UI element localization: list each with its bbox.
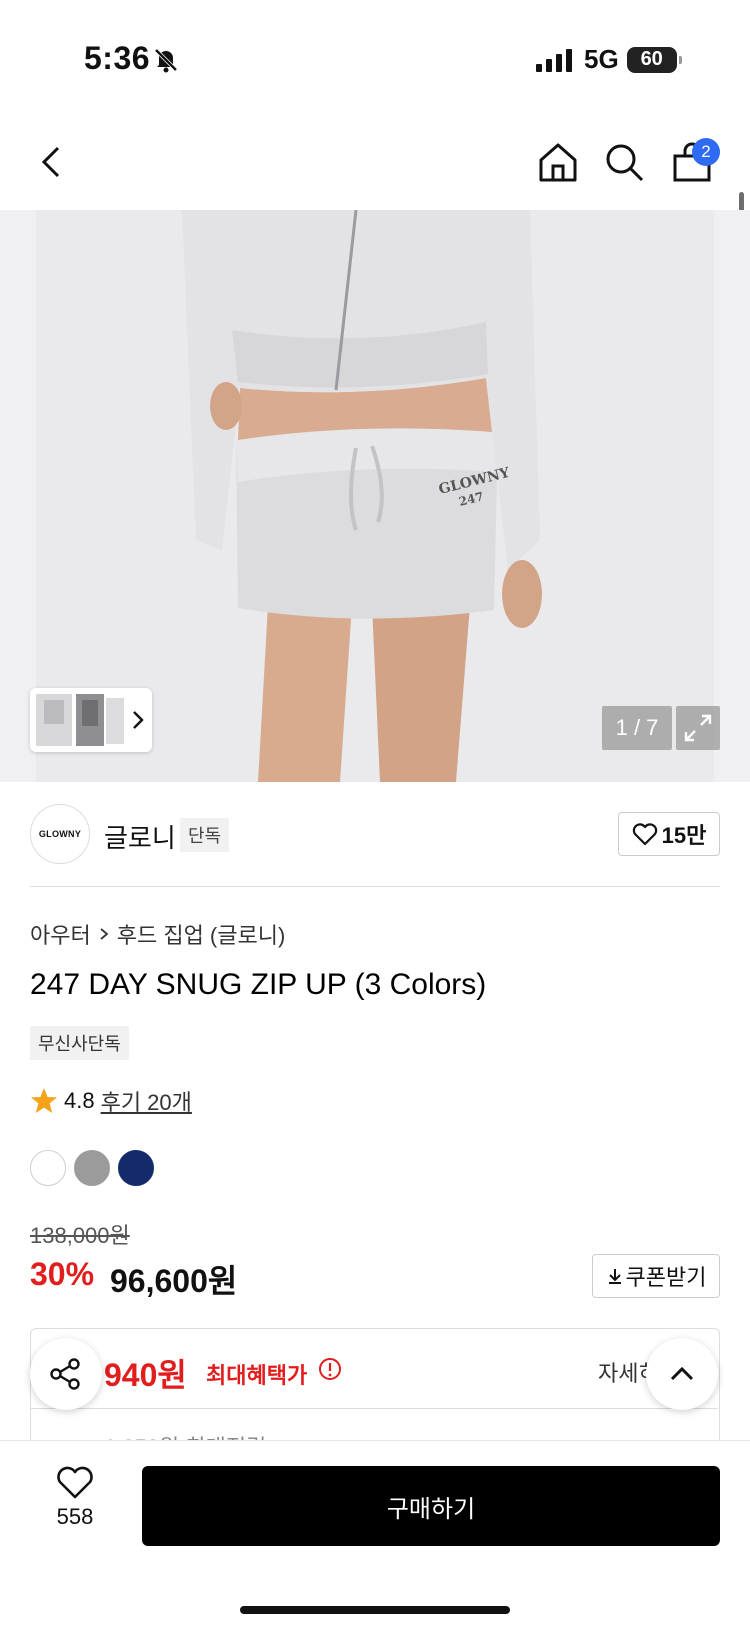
scroll-to-top-button[interactable] <box>646 1338 718 1410</box>
coupon-download-button[interactable]: 쿠폰받기 <box>592 1254 720 1298</box>
chevron-right-icon <box>100 928 109 940</box>
rating-row: 4.8 후기 20개 <box>30 1085 192 1117</box>
thumbnail-images <box>36 694 144 746</box>
brand-like-count: 15만 <box>661 823 707 848</box>
product-title: 247 DAY SNUG ZIP UP (3 Colors) <box>30 968 487 1001</box>
max-benefit-label: 최대혜택가 <box>206 1363 308 1388</box>
battery-level: 60 <box>640 48 663 70</box>
color-swatch-navy[interactable] <box>118 1150 154 1186</box>
coupon-label: 쿠폰받기 <box>625 1265 707 1290</box>
chevron-up-icon <box>670 1366 694 1381</box>
review-link[interactable]: 후기 20개 <box>101 1085 192 1117</box>
thumbnail-strip[interactable] <box>30 688 152 752</box>
cart-count-badge: 2 <box>692 138 720 166</box>
original-price: 138,000원 <box>30 1223 130 1248</box>
brand-like-button[interactable]: 15만 <box>618 812 720 856</box>
discount-rate: 30% <box>30 1256 95 1292</box>
share-icon <box>50 1358 80 1390</box>
brand-logo-text: GLOWNY <box>38 829 82 839</box>
brand-exclusive-badge: 단독 <box>180 818 230 852</box>
wishlist-button[interactable]: 558 <box>40 1466 110 1546</box>
rating-value: 4.8 <box>64 1088 95 1113</box>
breadcrumb-subcategory[interactable]: 후드 집업 (글로니) <box>117 918 286 950</box>
color-swatch-gray[interactable] <box>74 1150 110 1186</box>
status-indicators: 5G 60 <box>536 44 682 75</box>
search-icon[interactable] <box>602 140 646 184</box>
star-icon <box>31 1088 57 1113</box>
heart-icon <box>57 1466 93 1499</box>
expand-icon[interactable] <box>676 706 720 750</box>
bell-muted-icon <box>154 48 178 73</box>
benefit-divider <box>30 1408 718 1409</box>
color-swatch-white[interactable] <box>30 1150 66 1186</box>
home-icon[interactable] <box>536 140 580 184</box>
breadcrumb-category[interactable]: 아우터 <box>30 918 91 950</box>
brand-name[interactable]: 글로니 <box>104 818 176 855</box>
back-button[interactable] <box>30 140 74 184</box>
info-icon[interactable] <box>318 1357 342 1381</box>
download-icon <box>608 1269 621 1284</box>
share-button[interactable] <box>30 1338 102 1410</box>
heart-icon <box>632 823 657 846</box>
divider <box>30 886 720 887</box>
sale-price: 96,600원 <box>110 1263 238 1299</box>
signal-icon <box>536 48 572 72</box>
image-counter: 1 / 7 <box>602 706 672 750</box>
max-benefit-price: 940원 <box>104 1357 187 1393</box>
battery-icon: 60 <box>626 46 682 73</box>
network-type: 5G <box>584 44 619 74</box>
status-time: 5:36 <box>84 40 151 76</box>
brand-logo[interactable]: GLOWNY <box>30 804 90 864</box>
breadcrumb: 아우터 후드 집업 (글로니) <box>30 918 285 950</box>
exclusive-tag: 무신사단독 <box>30 1026 129 1060</box>
wishlist-count: 558 <box>56 1504 94 1529</box>
buy-button[interactable]: 구매하기 <box>142 1466 720 1546</box>
home-indicator <box>240 1606 510 1614</box>
